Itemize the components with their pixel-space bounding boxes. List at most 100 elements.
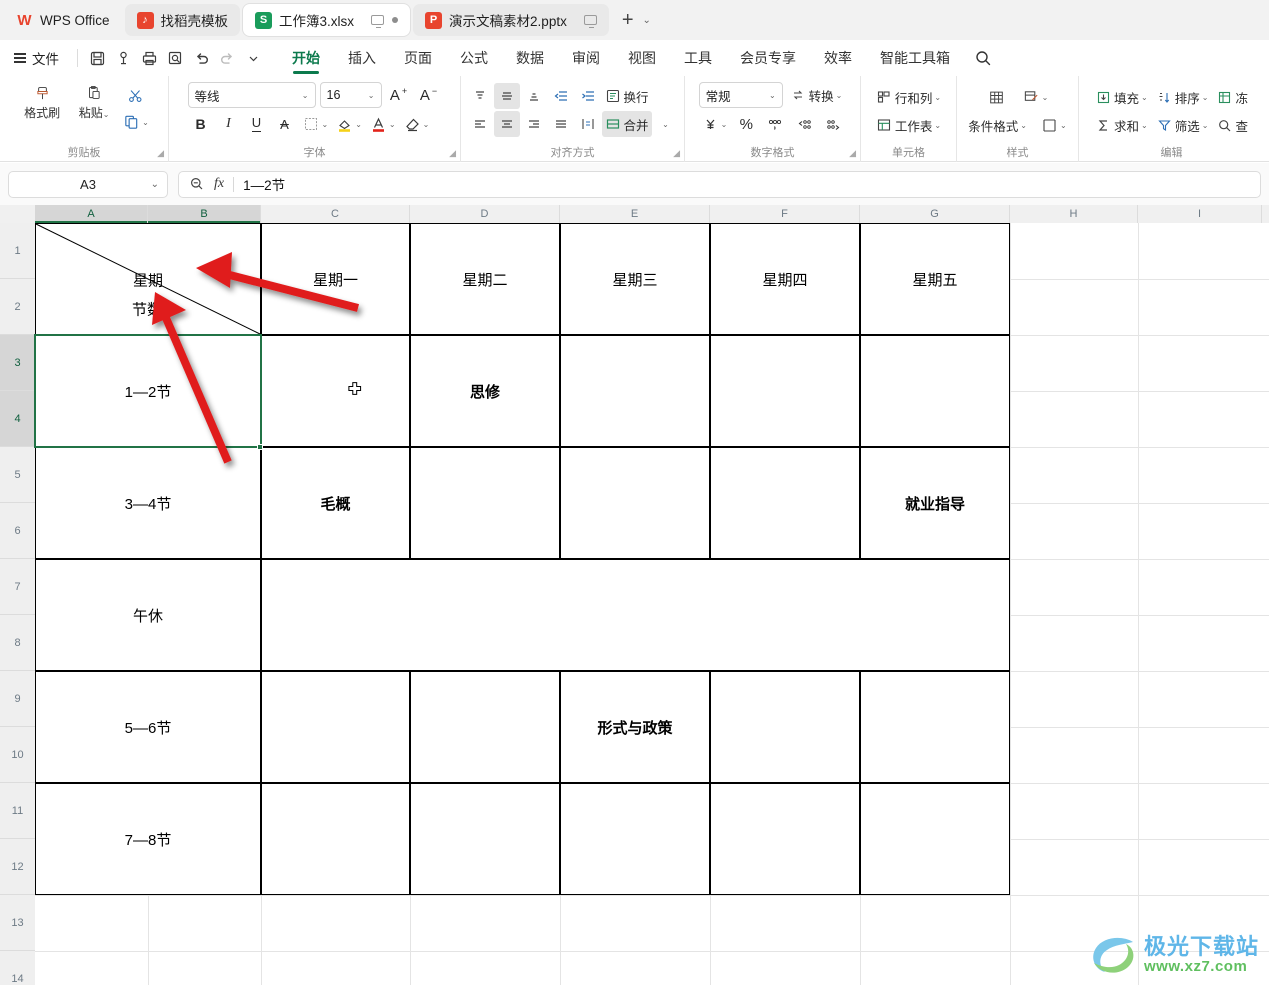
clipboard-dialog-launcher[interactable]: ◢ bbox=[157, 148, 164, 159]
ribbon-tab-tools[interactable]: 工具 bbox=[670, 41, 726, 76]
text-orientation-button[interactable] bbox=[575, 111, 601, 137]
filter-button[interactable]: 筛选 ⌄ bbox=[1153, 112, 1212, 138]
period-label-7-8[interactable]: 7—8节 bbox=[35, 783, 261, 895]
worksheet-button[interactable]: 工作表 ⌄ bbox=[873, 112, 944, 138]
cell-lunch-break-merged[interactable] bbox=[261, 559, 1010, 671]
row-header-14[interactable]: 14 bbox=[0, 951, 35, 985]
percent-button[interactable]: % bbox=[733, 111, 759, 137]
cell-tue-7-8[interactable] bbox=[410, 783, 560, 895]
row-header-2[interactable]: 2 bbox=[0, 279, 35, 335]
period-label-3-4[interactable]: 3—4节 bbox=[35, 447, 261, 559]
align-right-button[interactable] bbox=[521, 111, 547, 137]
convert-button[interactable]: 转换 ⌄ bbox=[787, 82, 846, 108]
decrease-decimal-button[interactable] bbox=[820, 111, 846, 137]
search-doc-icon[interactable] bbox=[162, 45, 188, 71]
copy-button[interactable]: ⌄ bbox=[120, 109, 152, 135]
row-header-11[interactable]: 11 bbox=[0, 783, 35, 839]
ribbon-tab-data[interactable]: 数据 bbox=[502, 41, 558, 76]
present-mode-icon[interactable] bbox=[371, 15, 385, 29]
row-header-1[interactable]: 1 bbox=[0, 223, 35, 279]
zoom-out-icon[interactable] bbox=[189, 176, 205, 192]
formula-input[interactable]: fx 1—2节 bbox=[178, 170, 1261, 198]
day-header-friday[interactable]: 星期五 bbox=[860, 223, 1010, 335]
conditional-format-button[interactable]: 条件格式 ⌄ bbox=[965, 112, 1030, 138]
column-header-c[interactable]: C bbox=[261, 205, 410, 223]
search-icon[interactable] bbox=[974, 49, 992, 67]
column-header-e[interactable]: E bbox=[560, 205, 710, 223]
fill-button[interactable]: 填充 ⌄ bbox=[1092, 84, 1151, 110]
row-header-7[interactable]: 7 bbox=[0, 559, 35, 615]
column-header-h[interactable]: H bbox=[1010, 205, 1138, 223]
fx-label[interactable]: fx bbox=[214, 176, 224, 192]
italic-button[interactable]: I bbox=[216, 111, 242, 137]
row-header-4[interactable]: 4 bbox=[0, 391, 35, 447]
row-header-10[interactable]: 10 bbox=[0, 727, 35, 783]
day-header-wednesday[interactable]: 星期三 bbox=[560, 223, 710, 335]
chevron-down-icon[interactable]: ⌄ bbox=[151, 179, 159, 190]
ribbon-tab-formula[interactable]: 公式 bbox=[446, 41, 502, 76]
new-tab-button[interactable]: + bbox=[622, 9, 634, 32]
print-icon[interactable] bbox=[136, 45, 162, 71]
number-format-select[interactable]: 常规 ⌄ bbox=[698, 82, 783, 108]
cell-thu-7-8[interactable] bbox=[710, 783, 860, 895]
column-header-b[interactable]: B bbox=[148, 205, 261, 223]
cell-tue-1-2[interactable]: 思修 bbox=[410, 335, 560, 447]
spreadsheet-area[interactable]: A B C D E F G H I 1 2 3 4 5 6 7 8 9 10 1… bbox=[0, 205, 1269, 985]
column-header-g[interactable]: G bbox=[860, 205, 1010, 223]
row-header-8[interactable]: 8 bbox=[0, 615, 35, 671]
increase-decimal-button[interactable] bbox=[791, 111, 817, 137]
number-dialog-launcher[interactable]: ◢ bbox=[849, 148, 856, 159]
row-header-12[interactable]: 12 bbox=[0, 839, 35, 895]
cell-wed-7-8[interactable] bbox=[560, 783, 710, 895]
day-header-tuesday[interactable]: 星期二 bbox=[410, 223, 560, 335]
period-label-5-6[interactable]: 5—6节 bbox=[35, 671, 261, 783]
ribbon-tab-view[interactable]: 视图 bbox=[614, 41, 670, 76]
cell-fri-1-2[interactable] bbox=[860, 335, 1010, 447]
ribbon-tab-page[interactable]: 页面 bbox=[390, 41, 446, 76]
fill-color-button[interactable]: ⌄ bbox=[333, 111, 365, 137]
cell-mon-1-2[interactable] bbox=[261, 335, 410, 447]
column-header-a[interactable]: A bbox=[35, 205, 148, 223]
align-center-button[interactable] bbox=[493, 111, 520, 137]
paste-button[interactable]: 粘贴⌄ bbox=[68, 80, 120, 121]
autosum-button[interactable]: 求和 ⌄ bbox=[1092, 112, 1151, 138]
underline-button[interactable]: U bbox=[244, 111, 270, 137]
cell-grid[interactable]: 星期 节数 星期一 星期二 星期三 星期四 星期五 1—2节 思修 3—4节 毛… bbox=[34, 223, 1269, 985]
row-header-6[interactable]: 6 bbox=[0, 503, 35, 559]
freeze-panes-button[interactable]: 冻 bbox=[1213, 84, 1251, 110]
name-box[interactable]: A3 ⌄ bbox=[8, 170, 168, 198]
cell-thu-5-6[interactable] bbox=[710, 671, 860, 783]
cell-mon-3-4[interactable]: 毛概 bbox=[261, 447, 410, 559]
clear-format-button[interactable]: ⌄ bbox=[401, 111, 433, 137]
ribbon-tab-review[interactable]: 审阅 bbox=[558, 41, 614, 76]
borders-button[interactable]: ⌄ bbox=[300, 111, 332, 137]
cell-mon-7-8[interactable] bbox=[261, 783, 410, 895]
row-header-5[interactable]: 5 bbox=[0, 447, 35, 503]
print-preview-icon[interactable] bbox=[110, 45, 136, 71]
format-painter-button[interactable]: 格式刷 bbox=[16, 80, 68, 121]
cell-tue-3-4[interactable] bbox=[410, 447, 560, 559]
rows-columns-button[interactable]: 行和列 ⌄ bbox=[873, 84, 944, 110]
row-header-3[interactable]: 3 bbox=[0, 335, 35, 391]
align-left-button[interactable] bbox=[467, 111, 493, 137]
font-size-select[interactable]: 16 ⌄ bbox=[319, 82, 382, 108]
cell-thu-3-4[interactable] bbox=[710, 447, 860, 559]
merge-dropdown-button[interactable]: ⌄ bbox=[653, 111, 679, 137]
column-header-f[interactable]: F bbox=[710, 205, 860, 223]
day-header-monday[interactable]: 星期一 bbox=[261, 223, 410, 335]
find-button[interactable]: 查 bbox=[1213, 112, 1251, 138]
ribbon-tab-smart-toolbox[interactable]: 智能工具箱 bbox=[866, 41, 964, 76]
align-middle-button[interactable] bbox=[493, 83, 520, 109]
column-header-d[interactable]: D bbox=[410, 205, 560, 223]
table-style-button[interactable] bbox=[984, 84, 1010, 110]
day-header-thursday[interactable]: 星期四 bbox=[710, 223, 860, 335]
column-header-i[interactable]: I bbox=[1138, 205, 1262, 223]
font-name-select[interactable]: 等线 ⌄ bbox=[187, 82, 316, 108]
wrap-text-button[interactable]: 换行 bbox=[602, 83, 652, 109]
decrease-indent-button[interactable] bbox=[548, 83, 574, 109]
cell-fri-3-4[interactable]: 就业指导 bbox=[860, 447, 1010, 559]
row-header-9[interactable]: 9 bbox=[0, 671, 35, 727]
present-mode-icon[interactable] bbox=[583, 15, 597, 29]
tab-presentation2-pptx[interactable]: P 演示文稿素材2.pptx bbox=[413, 4, 609, 36]
increase-indent-button[interactable] bbox=[575, 83, 601, 109]
